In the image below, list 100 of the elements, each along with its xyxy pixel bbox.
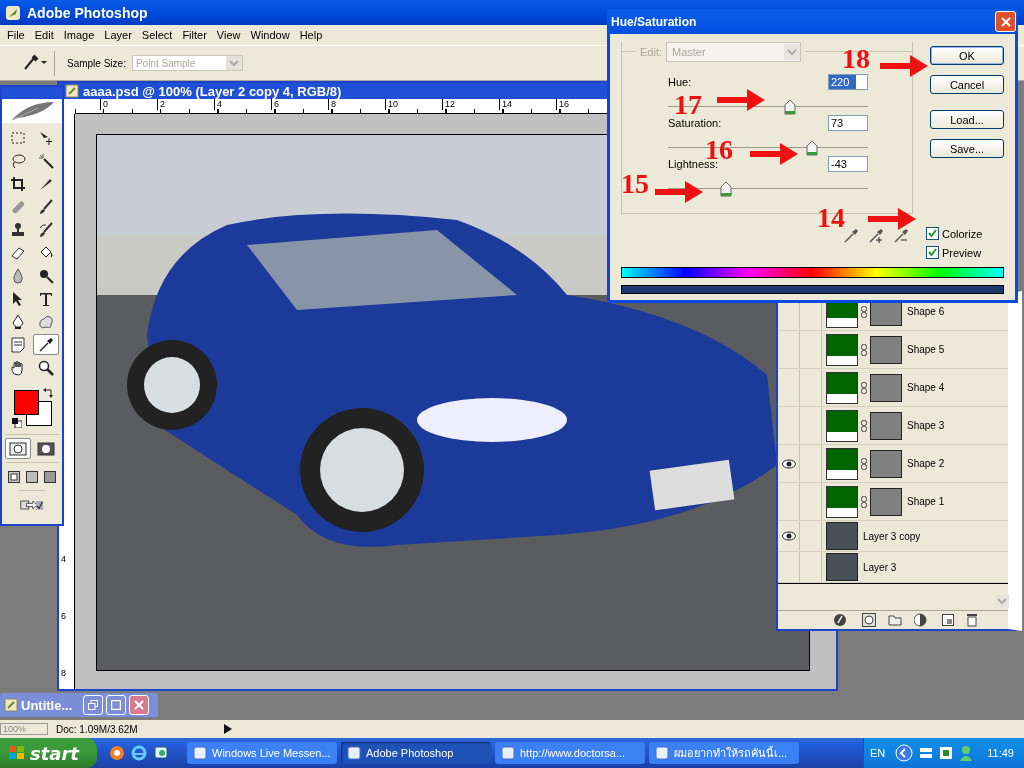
sample-size-label: Sample Size: — [67, 57, 126, 69]
menu-item[interactable]: Image — [58, 29, 100, 41]
square-icon — [26, 470, 38, 483]
start-button[interactable]: start — [0, 738, 97, 768]
tool-button[interactable] — [33, 334, 59, 355]
menu-item[interactable]: Window — [245, 29, 295, 41]
menu-item[interactable]: Edit — [29, 29, 59, 41]
layer-thumbnail[interactable] — [826, 553, 858, 581]
value-field[interactable]: 220 — [828, 74, 868, 90]
move-icon — [38, 129, 54, 146]
play-triangle-icon[interactable] — [224, 724, 232, 734]
maximize-button[interactable] — [106, 695, 127, 715]
ruler-number: 6 — [271, 99, 279, 110]
check-icon — [927, 247, 938, 258]
drop-icon — [10, 267, 26, 284]
mask-thumbnail[interactable] — [870, 487, 902, 516]
folder-icon[interactable] — [888, 614, 902, 626]
arrow-icon — [717, 89, 765, 111]
chain-icon — [861, 495, 867, 508]
checkbox-label[interactable]: Colorize — [942, 227, 983, 240]
menu-item[interactable]: View — [211, 29, 246, 41]
feather-icon — [5, 4, 21, 21]
close-button[interactable] — [129, 695, 150, 715]
chevron-left-icon[interactable] — [895, 744, 914, 762]
ruler-number: 2 — [157, 99, 165, 110]
fill-thumbnail[interactable] — [826, 485, 858, 518]
value-field[interactable]: 73 — [828, 115, 868, 131]
layer-name[interactable]: Shape 3 — [907, 420, 945, 431]
browser-icon[interactable] — [131, 745, 147, 761]
disc-icon[interactable] — [109, 745, 125, 761]
close-button[interactable] — [995, 11, 1016, 32]
eyedropper-icon[interactable] — [843, 228, 859, 244]
ruler-number: 0 — [100, 99, 108, 110]
value-field[interactable]: -43 — [828, 156, 868, 172]
fill-thumbnail[interactable] — [826, 371, 858, 404]
mask-thumbnail[interactable] — [870, 449, 902, 478]
checkbox[interactable] — [926, 246, 939, 259]
dialog-button[interactable]: Load... — [930, 110, 1004, 129]
dialog-button[interactable]: Save... — [930, 139, 1004, 158]
layer-name[interactable]: Layer 3 — [863, 561, 897, 573]
dialog-button[interactable]: OK — [930, 46, 1004, 65]
taskbar-button[interactable]: Windows Live Messen... — [187, 742, 337, 764]
checkbox-label[interactable]: Preview — [942, 246, 982, 259]
dialog-title: Hue/Saturation — [611, 14, 697, 29]
mask-thumbnail[interactable] — [870, 411, 902, 440]
slider-thumb[interactable] — [784, 99, 796, 115]
menu-item[interactable]: File — [2, 29, 30, 41]
arrow-icon — [750, 143, 798, 165]
layer-name[interactable]: Shape 4 — [907, 382, 945, 393]
layer-name[interactable]: Layer 3 copy — [863, 530, 921, 542]
slider-thumb[interactable] — [720, 181, 732, 197]
default-colors-icon[interactable] — [12, 418, 22, 428]
language-indicator[interactable]: EN — [870, 747, 886, 759]
fill-thumbnail[interactable] — [826, 409, 858, 442]
dialog-button[interactable]: Cancel — [930, 75, 1004, 94]
slider-label: Lightness: — [668, 158, 719, 170]
eyedropper-plus-icon[interactable] — [868, 228, 884, 244]
menu-item[interactable]: Select — [136, 29, 178, 41]
layer-thumbnail[interactable] — [826, 522, 858, 550]
restore-button[interactable] — [83, 695, 104, 715]
layer-name[interactable]: Shape 1 — [907, 496, 945, 507]
eyedropper-minus-icon[interactable] — [893, 228, 909, 244]
ruler-number: 4 — [214, 99, 222, 110]
mask-thumbnail[interactable] — [870, 373, 902, 402]
fill-thumbnail[interactable] — [826, 447, 858, 480]
tray-app-icon[interactable] — [939, 746, 954, 760]
dodge-icon — [38, 267, 54, 284]
layer-name[interactable]: Shape 6 — [907, 306, 945, 317]
taskbar-button[interactable]: http://www.doctorsa... — [495, 742, 645, 764]
menu-item[interactable]: Help — [294, 29, 328, 41]
window-icon — [193, 746, 207, 760]
pen-icon — [10, 313, 26, 330]
document-title: aaaa.psd @ 100% (Layer 2 copy 4, RGB/8) — [83, 83, 342, 99]
trash-icon[interactable] — [966, 613, 978, 627]
new-layer-icon[interactable] — [942, 614, 954, 626]
menu-item[interactable]: Layer — [99, 29, 137, 41]
taskbar-button[interactable]: ผมอยากทำให้รถคันนี้เ... — [649, 742, 799, 764]
zoom-icon — [38, 359, 54, 376]
slider-thumb[interactable] — [806, 140, 818, 156]
window-title: Untitle... — [21, 697, 73, 713]
adjustment-icon[interactable] — [914, 613, 930, 627]
type-icon — [38, 290, 54, 307]
fill-thumbnail[interactable] — [826, 333, 858, 366]
mask-icon[interactable] — [862, 613, 876, 627]
hand-icon — [10, 359, 26, 376]
stamp-icon — [10, 221, 26, 238]
slider-label: Hue: — [668, 76, 692, 88]
checkbox[interactable] — [926, 227, 939, 240]
layer-name[interactable]: Shape 5 — [907, 344, 945, 355]
circle-frame-icon — [9, 441, 27, 456]
layer-name[interactable]: Shape 2 — [907, 458, 945, 469]
swap-arrows-icon[interactable] — [43, 388, 53, 398]
taskbar-button[interactable]: Adobe Photoshop — [341, 742, 491, 764]
standard-mode-button[interactable] — [5, 438, 31, 459]
mask-thumbnail[interactable] — [870, 335, 902, 364]
square-icon — [44, 470, 56, 483]
menu-item[interactable]: Filter — [177, 29, 212, 41]
color-swatches-drawing[interactable] — [13, 389, 53, 427]
eye-icon — [781, 458, 796, 469]
ruler-number: 10 — [385, 99, 398, 110]
